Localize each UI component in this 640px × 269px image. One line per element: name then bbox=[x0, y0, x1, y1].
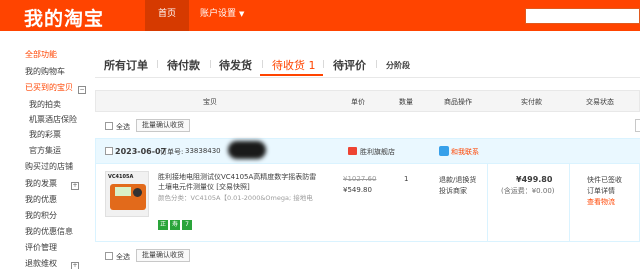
device-knob bbox=[133, 188, 142, 197]
sidebar-ticket-insurance[interactable]: 机票酒店保险 bbox=[29, 115, 77, 125]
redaction-mark bbox=[228, 141, 266, 159]
sidebar-official-recycle[interactable]: 官方集运 bbox=[29, 146, 61, 156]
active-tab-indicator bbox=[260, 74, 323, 76]
col-status: 交易状态 bbox=[586, 98, 614, 106]
postage-note: (含运费：¥0.00) bbox=[501, 187, 555, 195]
tab-divider bbox=[262, 60, 263, 68]
sidebar: 全部功能 我的购物车 已买到的宝贝 − 我的拍卖 机票酒店保险 我的彩票 官方集运… bbox=[0, 31, 95, 269]
thumbnail-label: VC4105A bbox=[108, 174, 134, 180]
batch-confirm-receipt-button[interactable]: 批量确认收货 bbox=[136, 119, 190, 132]
order-tabs: 所有订单 待付款 待发货 待收货 1 待评价 分阶段 bbox=[95, 31, 640, 78]
sidebar-review-mgmt[interactable]: 评价管理 bbox=[25, 243, 57, 253]
sidebar-refund[interactable]: 退款维权 + bbox=[25, 259, 79, 269]
next-page-button[interactable] bbox=[635, 119, 640, 132]
order-number-label: 订单号: bbox=[160, 148, 184, 156]
nav-home[interactable]: 首页 bbox=[145, 0, 189, 31]
logo[interactable]: 我的淘宝 bbox=[24, 4, 104, 31]
sidebar-points[interactable]: 我的积分 bbox=[25, 211, 57, 221]
sidebar-auction[interactable]: 我的拍卖 bbox=[29, 100, 61, 110]
col-item: 宝贝 bbox=[203, 98, 217, 106]
col-paid: 实付款 bbox=[521, 98, 542, 106]
order-date: 2023-06-07 bbox=[115, 147, 167, 156]
sidebar-invoice-label: 我的发票 bbox=[25, 179, 57, 188]
complain-link[interactable]: 投诉商家 bbox=[439, 186, 467, 196]
seven-day-return-badge-icon[interactable]: 7 bbox=[182, 220, 192, 230]
select-all-checkbox-bottom[interactable] bbox=[105, 252, 113, 260]
warranty-badge-icon[interactable]: 寿 bbox=[170, 220, 180, 230]
original-price: ¥1027.60 bbox=[343, 175, 377, 183]
column-divider bbox=[569, 164, 570, 242]
page: 我的淘宝 首页 账户设置 ▼ 全部功能 我的购物车 已买到的宝贝 − 我的拍卖 机票… bbox=[0, 0, 640, 269]
tab-to-review[interactable]: 待评价 bbox=[333, 57, 366, 73]
tab-to-receive[interactable]: 待收货 1 bbox=[272, 57, 316, 73]
product-spec: 颜色分类：VC4105A【0.01-2000&Omega; 接地电 bbox=[158, 194, 313, 202]
quantity-value: 1 bbox=[404, 175, 409, 183]
shop-icon bbox=[348, 147, 357, 155]
collapse-icon[interactable]: − bbox=[78, 86, 86, 94]
sidebar-bought[interactable]: 已买到的宝贝 − bbox=[25, 83, 86, 94]
select-all-label-bottom: 全选 bbox=[116, 253, 130, 261]
order-number: 33838430 bbox=[185, 147, 221, 155]
product-title-link[interactable]: 胜利接地电阻测试仪VC4105A高精度数字摇表防雷土壤电元件测量仪 [交易快照] bbox=[158, 172, 323, 192]
order-detail-link[interactable]: 订单详情 bbox=[587, 186, 615, 196]
top-header: 我的淘宝 首页 账户设置 ▼ bbox=[0, 0, 640, 31]
tab-all-orders[interactable]: 所有订单 bbox=[104, 57, 148, 73]
batch-confirm-receipt-button-bottom[interactable]: 批量确认收货 bbox=[136, 249, 190, 262]
tab-divider bbox=[157, 60, 158, 68]
sidebar-lottery[interactable]: 我的彩票 bbox=[29, 130, 61, 140]
nav-account-settings[interactable]: 账户设置 ▼ bbox=[200, 0, 244, 31]
col-quantity: 数量 bbox=[399, 98, 413, 106]
sidebar-cart[interactable]: 我的购物车 bbox=[25, 67, 65, 77]
contact-seller-link[interactable]: 和我联系 bbox=[451, 147, 479, 157]
select-all-label: 全选 bbox=[116, 123, 130, 131]
order-checkbox[interactable] bbox=[105, 147, 113, 155]
nav-home-label: 首页 bbox=[157, 9, 176, 19]
order-card: 2023-06-07 订单号: 33838430 胜利旗舰店 和我联系 VC41… bbox=[95, 138, 640, 242]
authentic-badge-icon[interactable]: 正 bbox=[158, 220, 168, 230]
unit-price: ¥549.80 bbox=[343, 186, 372, 194]
chevron-down-icon: ▼ bbox=[239, 10, 245, 18]
tab-to-ship[interactable]: 待发货 bbox=[219, 57, 252, 73]
sidebar-reviews[interactable]: 我的优惠信息 bbox=[25, 227, 73, 237]
order-table-header: 宝贝 单价 数量 商品操作 实付款 交易状态 bbox=[95, 90, 640, 112]
expand-icon[interactable]: + bbox=[71, 262, 79, 269]
device-screen bbox=[115, 187, 131, 196]
paid-amount: ¥499.80 bbox=[516, 175, 553, 184]
select-all-checkbox[interactable] bbox=[105, 122, 113, 130]
tab-divider bbox=[323, 60, 324, 68]
tab-to-pay[interactable]: 待付款 bbox=[167, 57, 200, 73]
sidebar-visited-shops[interactable]: 购买过的店铺 bbox=[25, 162, 73, 172]
tab-divider bbox=[376, 60, 377, 68]
view-logistics-link[interactable]: 查看物流 bbox=[587, 197, 615, 207]
sidebar-invoice[interactable]: 我的发票 + bbox=[25, 179, 79, 190]
product-thumbnail[interactable]: VC4105A bbox=[105, 171, 149, 217]
col-item-op: 商品操作 bbox=[444, 98, 472, 106]
expand-icon[interactable]: + bbox=[71, 182, 79, 190]
tabs-divider bbox=[95, 77, 640, 78]
shop-name[interactable]: 胜利旗舰店 bbox=[360, 147, 395, 157]
refund-link[interactable]: 退款/退换货 bbox=[439, 175, 476, 185]
nav-settings-label: 账户设置 bbox=[200, 9, 237, 19]
order-status: 快件已签收 bbox=[587, 176, 622, 184]
sidebar-bought-label: 已买到的宝贝 bbox=[25, 83, 73, 92]
tab-divider bbox=[210, 60, 211, 68]
sidebar-all-functions[interactable]: 全部功能 bbox=[25, 50, 57, 60]
col-unit-price: 单价 bbox=[351, 98, 365, 106]
order-header: 2023-06-07 订单号: 33838430 胜利旗舰店 和我联系 bbox=[96, 139, 640, 164]
sidebar-coupons[interactable]: 我的优惠 bbox=[25, 195, 57, 205]
column-divider bbox=[487, 164, 488, 242]
chat-icon[interactable] bbox=[439, 146, 449, 156]
search-input[interactable] bbox=[525, 8, 640, 24]
tab-installments[interactable]: 分阶段 bbox=[386, 60, 410, 71]
sidebar-refund-label: 退款维权 bbox=[25, 259, 57, 268]
